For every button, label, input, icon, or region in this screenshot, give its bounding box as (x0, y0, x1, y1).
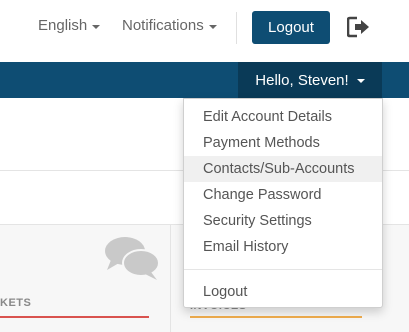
menu-item-contacts[interactable]: Contacts/Sub-Accounts (184, 156, 382, 182)
user-greeting: Hello, Steven! (255, 71, 349, 89)
chevron-down-icon (208, 24, 217, 29)
top-utility-bar: English Notifications Logout (0, 0, 409, 62)
user-menu-toggle[interactable]: Hello, Steven! (238, 62, 382, 98)
menu-item-edit-account[interactable]: Edit Account Details (184, 104, 382, 130)
user-dropdown-menu: Edit Account Details Payment Methods Con… (183, 98, 383, 308)
chevron-down-icon (92, 24, 101, 29)
notifications-label: Notifications (122, 17, 204, 34)
menu-item-payment-methods[interactable]: Payment Methods (184, 130, 382, 156)
language-selector[interactable]: English (38, 17, 101, 34)
tickets-panel-label: KETS (0, 297, 32, 309)
panel-separator (170, 224, 171, 332)
menu-item-email-history[interactable]: Email History (184, 234, 382, 260)
notifications-menu[interactable]: Notifications (122, 17, 217, 34)
menu-item-logout[interactable]: Logout (184, 279, 382, 305)
language-label: English (38, 17, 88, 34)
menu-item-security-settings[interactable]: Security Settings (184, 208, 382, 234)
page: English Notifications Logout Hello, Stev… (0, 0, 409, 332)
comments-icon (105, 237, 160, 280)
divider (236, 12, 237, 44)
menu-divider (184, 269, 382, 270)
invoices-panel-underline (190, 316, 362, 318)
logout-button[interactable]: Logout (252, 11, 330, 44)
sign-out-icon[interactable] (347, 16, 371, 38)
menu-item-change-password[interactable]: Change Password (184, 182, 382, 208)
chevron-down-icon (356, 79, 365, 83)
tickets-panel-underline (0, 316, 149, 318)
